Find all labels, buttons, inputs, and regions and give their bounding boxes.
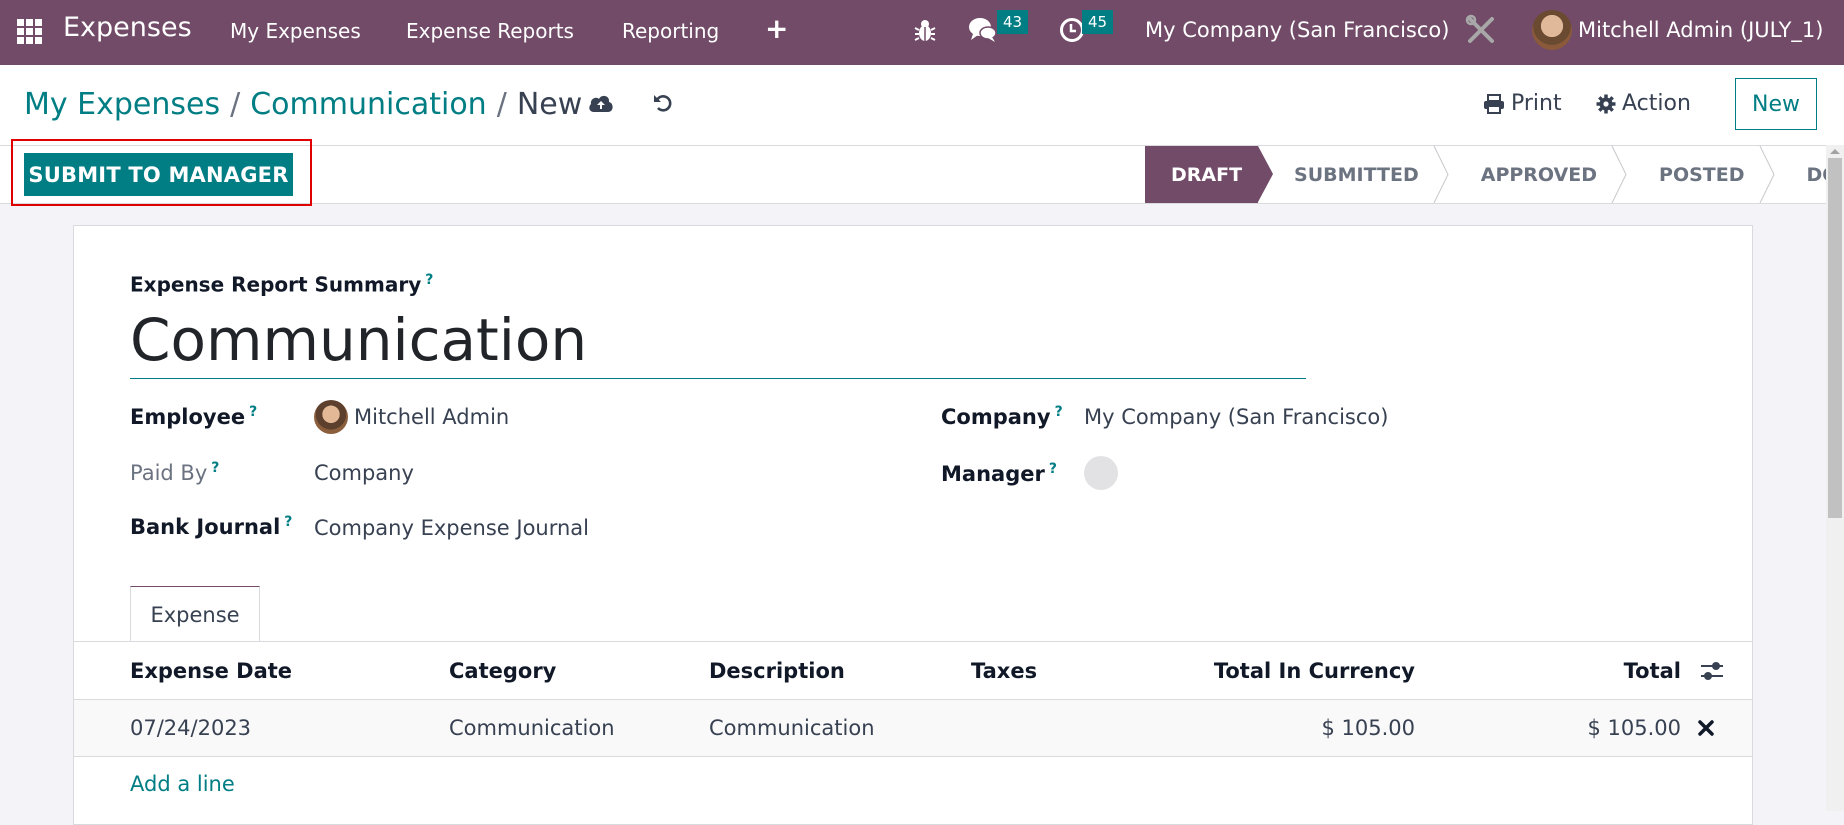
- control-panel: My Expenses / Communication / New Print Acti…: [0, 65, 1844, 145]
- scroll-up-arrow-icon[interactable]: [1830, 149, 1840, 154]
- paid-by-label-text: Paid By: [130, 461, 208, 485]
- plus-icon[interactable]: +: [765, 12, 788, 45]
- help-tooltip-icon[interactable]: ?: [284, 514, 292, 530]
- bank-journal-label-text: Bank Journal: [130, 515, 281, 539]
- col-description[interactable]: Description: [709, 659, 845, 683]
- breadcrumb-my-expenses[interactable]: My Expenses: [24, 87, 220, 122]
- add-a-line-link[interactable]: Add a line: [130, 772, 235, 796]
- manager-label: Manager?: [941, 461, 1057, 486]
- employee-label-text: Employee: [130, 405, 246, 429]
- col-taxes[interactable]: Taxes: [971, 659, 1037, 683]
- help-tooltip-icon[interactable]: ?: [1055, 404, 1063, 420]
- user-avatar[interactable]: [1532, 10, 1572, 50]
- stage-submitted[interactable]: SUBMITTED: [1258, 146, 1449, 203]
- stage-posted[interactable]: POSTED: [1621, 146, 1775, 203]
- new-button[interactable]: New: [1735, 78, 1817, 130]
- report-title-input[interactable]: Communication: [130, 304, 1306, 379]
- help-tooltip-icon[interactable]: ?: [249, 404, 257, 420]
- breadcrumb-separator: /: [230, 87, 241, 122]
- breadcrumb: My Expenses / Communication / New: [24, 87, 582, 122]
- stage-label: SUBMITTED: [1294, 163, 1419, 186]
- tab-expense[interactable]: Expense: [130, 586, 260, 642]
- action-button[interactable]: Action: [1596, 91, 1691, 116]
- top-navbar: Expenses My Expenses Expense Reports Rep…: [0, 0, 1844, 65]
- manager-avatar-placeholder[interactable]: [1084, 456, 1118, 490]
- employee-avatar: [314, 400, 348, 434]
- table-row[interactable]: 07/24/2023 Communication Communication $…: [74, 700, 1752, 757]
- manager-label-text: Manager: [941, 462, 1045, 486]
- gear-icon: [1596, 94, 1616, 113]
- stage-label: APPROVED: [1480, 163, 1598, 186]
- paid-by-label: Paid By?: [130, 460, 219, 485]
- col-total-in-currency[interactable]: Total In Currency: [1214, 659, 1415, 683]
- cell-category: Communication: [449, 716, 615, 740]
- scrollbar-thumb[interactable]: [1828, 158, 1842, 518]
- discard-undo-icon[interactable]: [652, 92, 674, 118]
- delete-row-icon[interactable]: [1698, 720, 1714, 740]
- stage-label: POSTED: [1659, 163, 1745, 186]
- help-tooltip-icon[interactable]: ?: [211, 460, 219, 476]
- messages-count-badge: 43: [997, 10, 1029, 34]
- col-expense-date[interactable]: Expense Date: [130, 659, 292, 683]
- bug-icon[interactable]: [914, 18, 936, 48]
- stage-draft[interactable]: DRAFT: [1145, 146, 1274, 203]
- breadcrumb-separator: /: [496, 87, 507, 122]
- help-tooltip-icon[interactable]: ?: [425, 272, 433, 288]
- print-label: Print: [1511, 91, 1562, 116]
- print-button[interactable]: Print: [1483, 91, 1562, 116]
- col-category[interactable]: Category: [449, 659, 556, 683]
- statusbar: DRAFT SUBMITTED APPROVED POSTED DONE: [1145, 146, 1844, 203]
- company-label: Company?: [941, 404, 1063, 429]
- breadcrumb-communication[interactable]: Communication: [250, 87, 486, 122]
- vertical-scrollbar[interactable]: [1826, 145, 1844, 811]
- breadcrumb-current: New: [516, 87, 583, 122]
- help-tooltip-icon[interactable]: ?: [1049, 461, 1057, 477]
- save-cloud-icon[interactable]: [588, 93, 614, 117]
- activities-count-badge: 45: [1082, 10, 1114, 34]
- employee-field[interactable]: Mitchell Admin: [354, 405, 509, 429]
- bank-journal-label: Bank Journal?: [130, 514, 292, 539]
- employee-label: Employee?: [130, 404, 257, 429]
- cell-total-in-currency: $ 105.00: [1321, 716, 1415, 740]
- stage-label: DRAFT: [1171, 163, 1243, 186]
- cell-expense-date: 07/24/2023: [130, 716, 252, 740]
- menu-reporting[interactable]: Reporting: [622, 19, 719, 43]
- menu-expense-reports[interactable]: Expense Reports: [406, 19, 574, 43]
- cell-description: Communication: [709, 716, 875, 740]
- submit-to-manager-button[interactable]: SUBMIT TO MANAGER: [24, 153, 293, 196]
- printer-icon: [1484, 93, 1504, 114]
- company-label-text: Company: [941, 405, 1051, 429]
- app-name[interactable]: Expenses: [63, 12, 192, 43]
- col-total[interactable]: Total: [1624, 659, 1681, 683]
- messages-icon[interactable]: [968, 16, 998, 48]
- user-menu[interactable]: Mitchell Admin (JULY_1): [1578, 18, 1823, 42]
- apps-menu-icon[interactable]: [17, 19, 42, 44]
- status-row: SUBMIT TO MANAGER DRAFT SUBMITTED APPROV…: [0, 139, 1844, 206]
- debug-tools-icon[interactable]: [1465, 14, 1497, 50]
- summary-label-text: Expense Report Summary: [130, 272, 422, 297]
- optional-columns-toggle-icon[interactable]: [1700, 660, 1724, 686]
- stage-approved[interactable]: APPROVED: [1443, 146, 1627, 203]
- summary-label: Expense Report Summary?: [130, 272, 433, 297]
- action-label: Action: [1622, 91, 1691, 116]
- company-field[interactable]: My Company (San Francisco): [1084, 405, 1388, 429]
- table-header: Expense Date Category Description Taxes …: [74, 642, 1752, 700]
- paid-by-field: Company: [314, 461, 414, 485]
- form-sheet: Expense Report Summary? Communication Em…: [73, 225, 1753, 825]
- menu-my-expenses[interactable]: My Expenses: [230, 19, 361, 43]
- cell-total: $ 105.00: [1587, 716, 1681, 740]
- bank-journal-field[interactable]: Company Expense Journal: [314, 516, 589, 540]
- company-switcher[interactable]: My Company (San Francisco): [1145, 18, 1449, 42]
